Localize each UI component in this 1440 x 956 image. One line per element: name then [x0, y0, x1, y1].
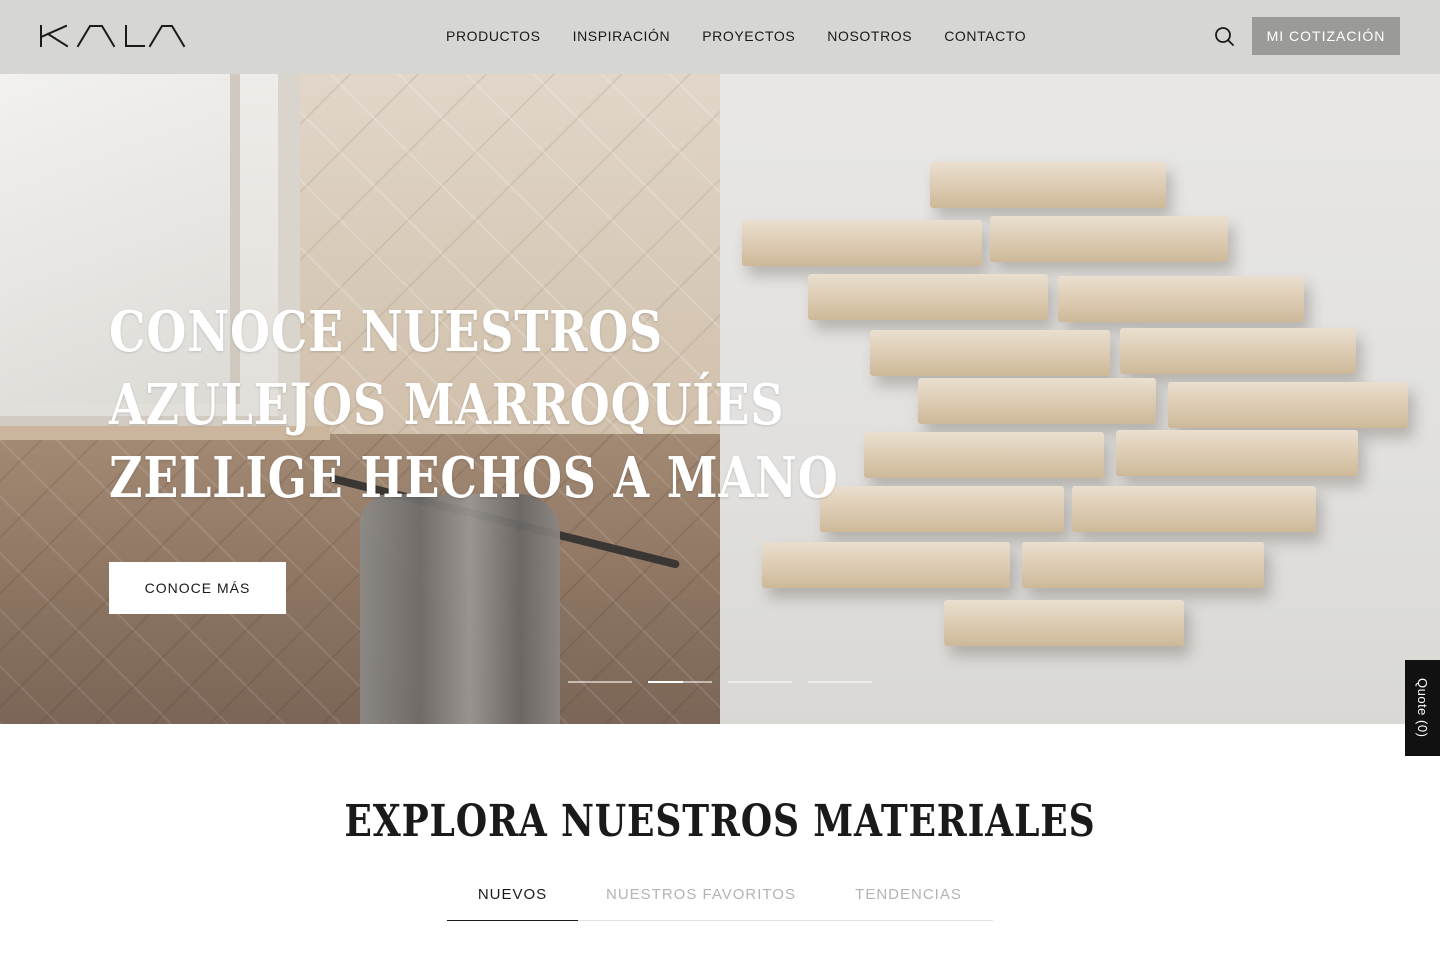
hero-title-line-3: ZELLIGE HECHOS A MANO — [109, 445, 839, 511]
hero-image-zellige-bricks — [720, 74, 1440, 724]
slider-dot-2[interactable] — [648, 681, 712, 683]
hero-slider: CONOCE NUESTROS AZULEJOS MARROQUÍES ZELL… — [0, 74, 1440, 724]
tab-tendencias[interactable]: TENDENCIAS — [824, 884, 993, 921]
hero-title: CONOCE NUESTROS AZULEJOS MARROQUÍES ZELL… — [109, 296, 839, 515]
slider-dot-3[interactable] — [728, 681, 792, 683]
mi-cotizacion-button[interactable]: MI COTIZACIÓN — [1252, 17, 1400, 55]
hero-title-line-1: CONOCE NUESTROS — [109, 299, 664, 365]
nav-proyectos[interactable]: PROYECTOS — [702, 27, 795, 45]
hero-title-line-2: AZULEJOS MARROQUÍES — [109, 372, 785, 438]
materials-title: EXPLORA NUESTROS MATERIALES — [0, 796, 1440, 847]
materials-title-text: EXPLORA NUESTROS MATERIALES — [344, 796, 1096, 847]
tab-nuevos[interactable]: NUEVOS — [447, 884, 578, 921]
search-icon — [1215, 27, 1234, 46]
quote-side-tab-label: Quote (0) — [1415, 678, 1430, 738]
nav-contacto[interactable]: CONTACTO — [944, 27, 1026, 45]
nav-nosotros[interactable]: NOSOTROS — [827, 27, 912, 45]
slider-dot-progress — [648, 681, 684, 683]
materials-tabs: NUEVOS NUESTROS FAVORITOS TENDENCIAS — [447, 884, 993, 921]
slider-indicators — [568, 681, 888, 683]
site-header: PRODUCTOS INSPIRACIÓN PROYECTOS NOSOTROS… — [0, 0, 1440, 74]
tab-nuestros-favoritos[interactable]: NUESTROS FAVORITOS — [578, 884, 824, 921]
nav-inspiracion[interactable]: INSPIRACIÓN — [573, 27, 671, 45]
quote-side-tab[interactable]: Quote (0) — [1405, 660, 1440, 756]
slider-dot-1[interactable] — [568, 681, 632, 683]
nav-productos[interactable]: PRODUCTOS — [446, 27, 541, 45]
main-nav: PRODUCTOS INSPIRACIÓN PROYECTOS NOSOTROS… — [446, 27, 1058, 45]
conoce-mas-button[interactable]: CONOCE MÁS — [109, 562, 286, 614]
kala-logo[interactable] — [40, 24, 186, 48]
towel — [360, 494, 560, 724]
search-button[interactable] — [1212, 24, 1238, 50]
slider-dot-4[interactable] — [808, 681, 872, 683]
